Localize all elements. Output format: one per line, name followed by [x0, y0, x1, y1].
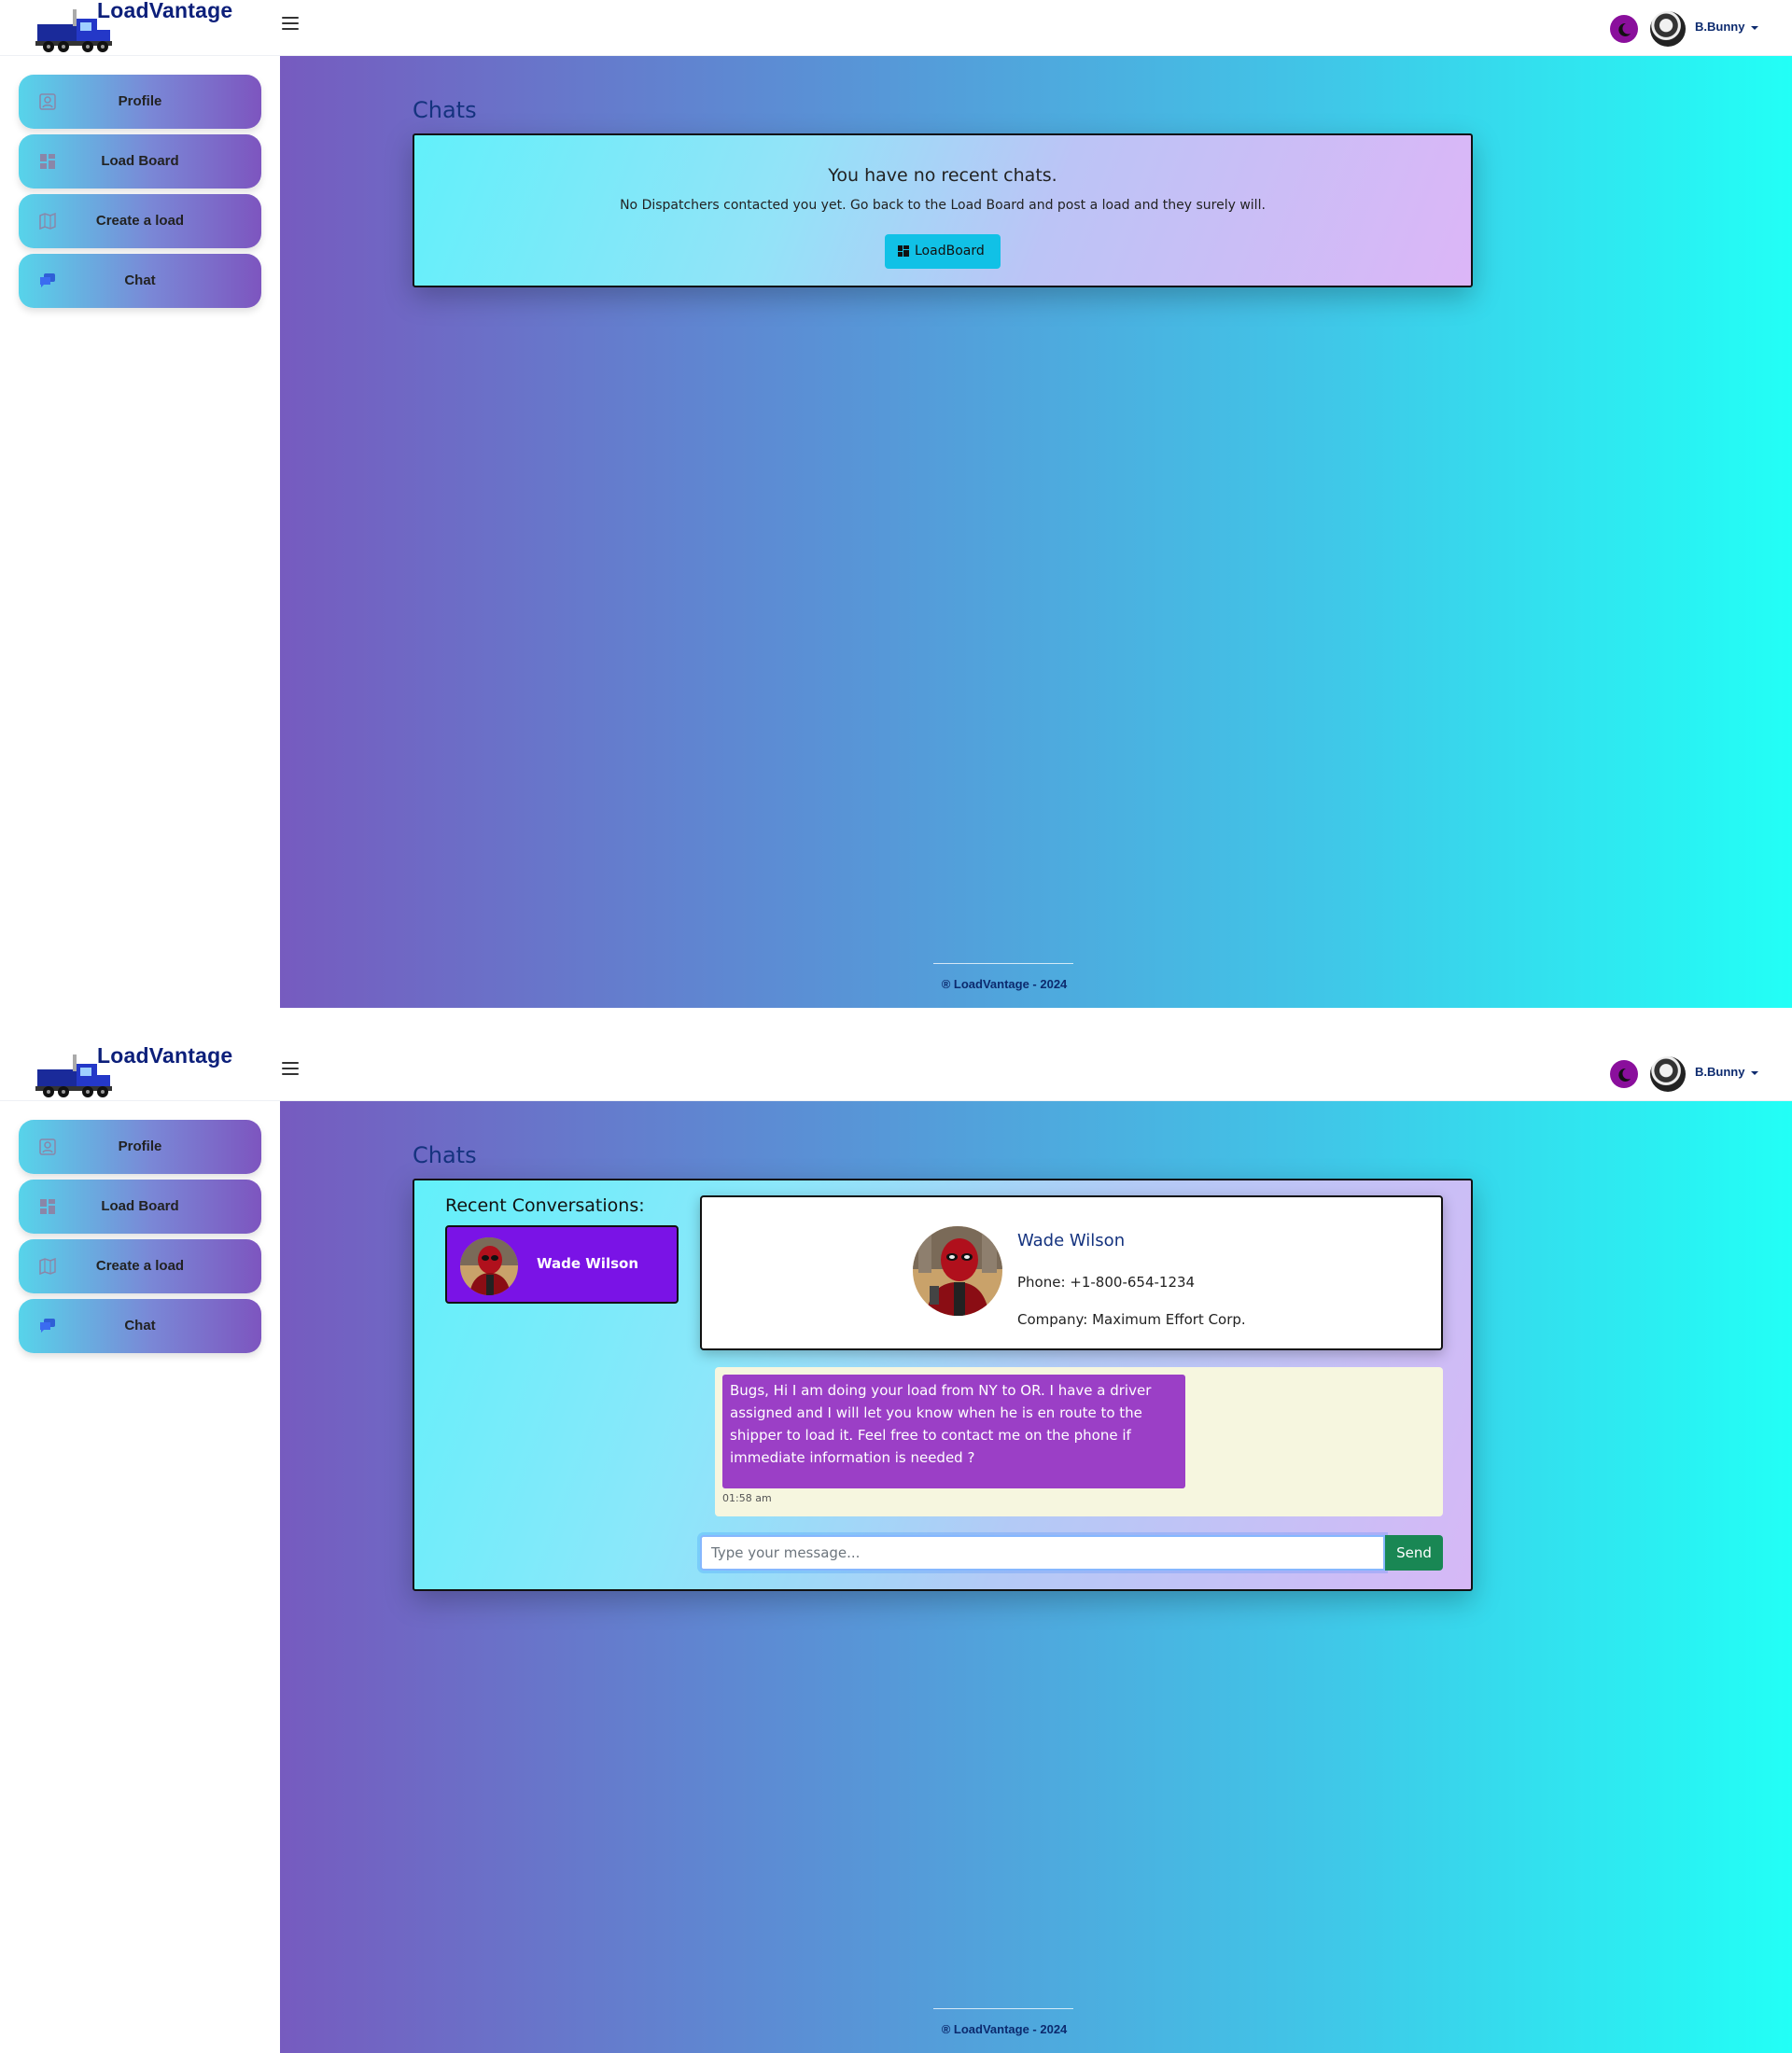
contact-avatar	[460, 1237, 518, 1295]
dark-mode-toggle[interactable]	[1610, 15, 1638, 43]
recent-conversations-title: Recent Conversations:	[445, 1195, 645, 1216]
dark-mode-toggle[interactable]	[1610, 1060, 1638, 1088]
page-title: Chats	[413, 1142, 477, 1168]
sidebar-item-label: Chat	[124, 1318, 156, 1334]
caret-down-icon[interactable]	[1751, 26, 1758, 30]
sidebar-item-create-load[interactable]: Create a load	[19, 194, 261, 248]
empty-state-title: You have no recent chats.	[828, 165, 1057, 186]
user-avatar[interactable]	[1650, 11, 1686, 47]
hamburger-menu-icon[interactable]	[282, 1062, 299, 1075]
conversation-card: Recent Conversations: Wade Wilson Wade W…	[413, 1179, 1473, 1591]
sidebar-item-profile[interactable]: Profile	[19, 75, 261, 129]
sidebar-item-label: Chat	[124, 272, 156, 288]
sidebar-item-label: Profile	[118, 1138, 162, 1154]
brand-logo[interactable]: LoadVantage	[35, 0, 259, 56]
sidebar-item-chat[interactable]: Chat	[19, 1299, 261, 1353]
sidebar-item-chat[interactable]: Chat	[19, 254, 261, 308]
footer-copyright: ® LoadVantage - 2024	[941, 977, 1068, 991]
top-navbar: LoadVantage B.Bunny	[0, 1045, 1792, 1101]
contact-company: Company: Maximum Effort Corp.	[1017, 1311, 1246, 1328]
conversation-item[interactable]: Wade Wilson	[445, 1225, 679, 1304]
loadboard-button-label: LoadBoard	[915, 244, 985, 258]
sidebar-item-label: Load Board	[101, 1198, 179, 1214]
loadboard-button[interactable]: LoadBoard	[885, 234, 1001, 269]
sidebar-item-label: Profile	[118, 93, 162, 109]
contact-phone: Phone: +1-800-654-1234	[1017, 1274, 1196, 1291]
sidebar: Profile Load Board Create a load Chat	[0, 56, 280, 1008]
hamburger-menu-icon[interactable]	[282, 17, 299, 30]
sidebar: Profile Load Board Create a load Chat	[0, 1101, 280, 2053]
footer-copyright: ® LoadVantage - 2024	[941, 2022, 1068, 2036]
moon-icon	[1618, 1068, 1631, 1082]
message-list[interactable]: Bugs, Hi I am doing your load from NY to…	[715, 1367, 1443, 1516]
top-navbar: LoadVantage B.Bunny	[0, 0, 1792, 56]
message-bubble: Bugs, Hi I am doing your load from NY to…	[722, 1375, 1185, 1488]
empty-chats-card: You have no recent chats. No Dispatchers…	[413, 133, 1473, 287]
main-content: Chats You have no recent chats. No Dispa…	[280, 56, 1792, 1008]
user-menu-name[interactable]: B.Bunny	[1695, 20, 1744, 34]
chats-conversation-screen: LoadVantage B.Bunny Profile Load Board C…	[0, 1045, 1792, 2053]
contact-name: Wade Wilson	[1017, 1231, 1126, 1250]
send-button[interactable]: Send	[1385, 1535, 1443, 1571]
sidebar-item-load-board[interactable]: Load Board	[19, 134, 261, 189]
grid-icon	[898, 245, 909, 257]
page-title: Chats	[413, 97, 477, 123]
caret-down-icon[interactable]	[1751, 1071, 1758, 1075]
message-input[interactable]	[700, 1535, 1385, 1571]
chats-empty-screen: LoadVantage B.Bunny Profile Load Board C…	[0, 0, 1792, 1008]
sidebar-item-load-board[interactable]: Load Board	[19, 1180, 261, 1234]
user-avatar[interactable]	[1650, 1056, 1686, 1092]
main-content: Chats Recent Conversations: Wade Wilson	[280, 1101, 1792, 2053]
contact-avatar	[913, 1226, 1002, 1316]
sidebar-item-create-load[interactable]: Create a load	[19, 1239, 261, 1293]
sidebar-item-profile[interactable]: Profile	[19, 1120, 261, 1174]
brand-logo[interactable]: LoadVantage	[35, 1045, 259, 1101]
conversation-name: Wade Wilson	[537, 1255, 639, 1272]
footer-divider	[933, 963, 1073, 964]
empty-state-text: No Dispatchers contacted you yet. Go bac…	[620, 198, 1266, 213]
footer-divider	[933, 2008, 1073, 2009]
message-timestamp: 01:58 am	[722, 1492, 772, 1504]
brand-name: LoadVantage	[97, 0, 233, 22]
user-menu-name[interactable]: B.Bunny	[1695, 1065, 1744, 1079]
sidebar-item-label: Create a load	[95, 213, 185, 229]
moon-icon	[1618, 22, 1631, 36]
sidebar-item-label: Load Board	[101, 153, 179, 169]
brand-name: LoadVantage	[97, 1045, 233, 1068]
sidebar-item-label: Create a load	[95, 1258, 185, 1274]
contact-info-card: Wade Wilson Phone: +1-800-654-1234 Compa…	[700, 1195, 1443, 1350]
